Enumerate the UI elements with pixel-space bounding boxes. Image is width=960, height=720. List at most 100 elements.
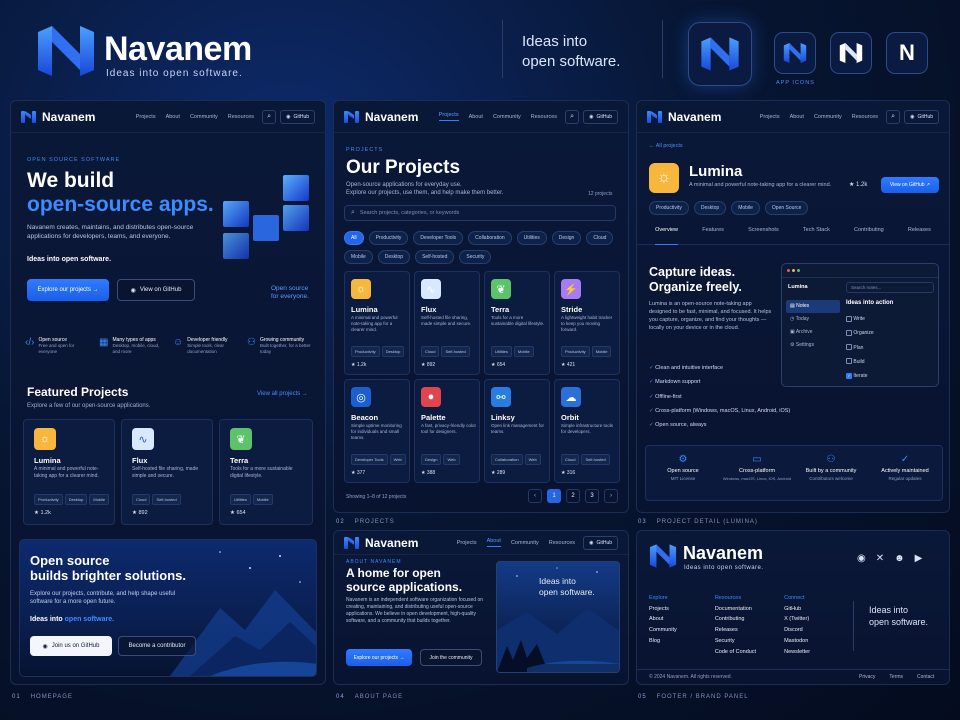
nav-resources[interactable]: Resources xyxy=(852,114,878,120)
project-card-flux[interactable]: ∿ Flux Self-hosted file sharing, made simp… xyxy=(414,271,480,375)
featured-card-flux[interactable]: ∿ Flux Self-hosted file sharing, made si… xyxy=(121,419,213,525)
checkbox[interactable] xyxy=(846,344,852,351)
mock-search-input[interactable]: Search notes... xyxy=(846,282,934,293)
tab-screenshots[interactable]: Screenshots xyxy=(748,227,779,244)
github-icon[interactable]: ◉ xyxy=(857,553,866,564)
nav-projects[interactable]: Projects xyxy=(438,112,459,121)
about-explore-button[interactable]: Explore our projects → xyxy=(346,649,412,666)
nav-about[interactable]: About xyxy=(790,114,804,120)
mock-nav-settings[interactable]: ⚙ Settings xyxy=(786,339,840,352)
filter-productivity[interactable]: Productivity xyxy=(368,231,409,245)
mock-nav-archive[interactable]: ▣ Archive xyxy=(786,326,840,339)
mock-nav-notes[interactable]: ▤ Notes xyxy=(786,300,840,313)
view-github-button[interactable]: ◉ View on GitHub xyxy=(117,279,195,301)
checkbox[interactable] xyxy=(846,315,852,322)
footer-link[interactable]: Newsletter xyxy=(784,647,810,658)
filter-cloud[interactable]: Cloud xyxy=(586,231,614,245)
project-card-orbit[interactable]: ☁ Orbit Simple infrastructure tools for de… xyxy=(554,379,620,483)
nav-about[interactable]: About xyxy=(486,538,501,547)
featured-card-terra[interactable]: ❦ Terra Tools for a more sustainable dig… xyxy=(219,419,313,525)
github-button[interactable]: ◉ GitHub xyxy=(583,109,618,124)
nav-projects[interactable]: Projects xyxy=(457,540,477,546)
filter-mobile[interactable]: Mobile xyxy=(344,250,373,264)
nav-about[interactable]: About xyxy=(166,114,180,120)
view-all-link[interactable]: View all projects → xyxy=(257,391,308,397)
github-button[interactable]: ◉ GitHub xyxy=(280,109,315,124)
tab-releases[interactable]: Releases xyxy=(908,227,931,244)
nav-logo[interactable]: Navanem xyxy=(647,110,721,124)
project-card-beacon[interactable]: ◎ Beacon Simple uptime monitoring for indi… xyxy=(344,379,410,483)
filter-collaboration[interactable]: Collaboration xyxy=(468,231,512,245)
filter-utilities[interactable]: Utilities xyxy=(516,231,547,245)
github-button[interactable]: ◉ GitHub xyxy=(904,109,939,124)
footer-link[interactable]: Blog xyxy=(649,636,677,647)
become-contributor-button[interactable]: Become a contributor xyxy=(118,636,196,656)
contact-link[interactable]: Contact xyxy=(917,674,934,680)
back-link[interactable]: ← All projects xyxy=(649,143,683,149)
nav-community[interactable]: Community xyxy=(511,540,539,546)
footer-link[interactable]: GitHub xyxy=(784,604,810,615)
nav-resources[interactable]: Resources xyxy=(228,114,254,120)
terms-link[interactable]: Terms xyxy=(889,674,903,680)
tab-overview[interactable]: Overview xyxy=(655,227,679,245)
filter-all[interactable]: All xyxy=(344,231,364,245)
projects-search[interactable]: ⌕ Search projects, categories, or keyword… xyxy=(344,205,616,221)
footer-link[interactable]: Mastodon xyxy=(784,636,810,647)
filter-self-hosted[interactable]: Self-hosted xyxy=(415,250,455,264)
footer-link[interactable]: Discord xyxy=(784,625,810,636)
detail-github-button[interactable]: View on GitHub ↗ xyxy=(881,177,939,193)
featured-card-lumina[interactable]: ☼ Lumina A minimal and powerful note-tak… xyxy=(23,419,115,525)
nav-logo[interactable]: Navanem xyxy=(344,110,418,124)
search-icon[interactable]: ⌕ xyxy=(262,109,277,124)
checkbox[interactable] xyxy=(846,358,852,365)
footer-link[interactable]: Projects xyxy=(649,604,677,615)
mock-nav-today[interactable]: ◷ Today xyxy=(786,313,840,326)
explore-projects-button[interactable]: Explore our projects → xyxy=(27,279,109,301)
search-icon[interactable]: ⌕ xyxy=(565,109,580,124)
nav-logo[interactable]: Navanem xyxy=(344,536,418,550)
page-button[interactable]: 1 xyxy=(547,489,561,503)
tab-contributing[interactable]: Contributing xyxy=(854,227,884,244)
page-button[interactable]: 3 xyxy=(585,489,599,503)
next-page-button[interactable]: › xyxy=(604,489,618,503)
nav-resources[interactable]: Resources xyxy=(549,540,575,546)
nav-projects[interactable]: Projects xyxy=(136,114,156,120)
project-card-linksy[interactable]: ⚯ Linksy Open link management for teams. Co… xyxy=(484,379,550,483)
filter-desktop[interactable]: Desktop xyxy=(377,250,411,264)
discord-icon[interactable]: ☻ xyxy=(894,553,905,564)
youtube-icon[interactable]: ▶ xyxy=(915,553,923,564)
github-button[interactable]: ◉ GitHub xyxy=(583,535,618,550)
project-card-palette[interactable]: ● Palette A fast, privacy-friendly color t… xyxy=(414,379,480,483)
privacy-link[interactable]: Privacy xyxy=(859,674,875,680)
footer-link[interactable]: Documentation xyxy=(715,604,756,615)
nav-about[interactable]: About xyxy=(469,114,483,120)
filter-security[interactable]: Security xyxy=(459,250,492,264)
checkbox-checked[interactable]: ✓ xyxy=(846,372,852,379)
nav-projects[interactable]: Projects xyxy=(760,114,780,120)
page-button[interactable]: 2 xyxy=(566,489,580,503)
tab-tech-stack[interactable]: Tech Stack xyxy=(803,227,830,244)
search-icon[interactable]: ⌕ xyxy=(886,109,901,124)
nav-logo[interactable]: Navanem xyxy=(21,110,95,124)
filter-developer-tools[interactable]: Developer Tools xyxy=(413,231,464,245)
project-card-terra[interactable]: ❦ Terra Tools for a more sustainable digit… xyxy=(484,271,550,375)
filter-design[interactable]: Design xyxy=(551,231,582,245)
footer-link[interactable]: X (Twitter) xyxy=(784,614,810,625)
x-icon[interactable]: ✕ xyxy=(876,553,884,564)
checkbox[interactable] xyxy=(846,329,852,336)
nav-community[interactable]: Community xyxy=(190,114,218,120)
search-input[interactable]: Search projects, categories, or keywords xyxy=(360,210,459,216)
join-github-button[interactable]: ◉ Join us on GitHub xyxy=(30,636,112,656)
project-card-stride[interactable]: ⚡ Stride A lightweight habit tracker to ke… xyxy=(554,271,620,375)
nav-resources[interactable]: Resources xyxy=(531,114,557,120)
footer-link[interactable]: Releases xyxy=(715,625,756,636)
tab-features[interactable]: Features xyxy=(702,227,724,244)
project-card-lumina[interactable]: ☼ Lumina A minimal and powerful note-takin… xyxy=(344,271,410,375)
nav-community[interactable]: Community xyxy=(493,114,521,120)
nav-community[interactable]: Community xyxy=(814,114,842,120)
footer-link[interactable]: Contributing xyxy=(715,614,756,625)
footer-link[interactable]: Community xyxy=(649,625,677,636)
join-community-button[interactable]: Join the community xyxy=(420,649,482,666)
footer-link[interactable]: Security xyxy=(715,636,756,647)
footer-link[interactable]: Code of Conduct xyxy=(715,647,756,658)
